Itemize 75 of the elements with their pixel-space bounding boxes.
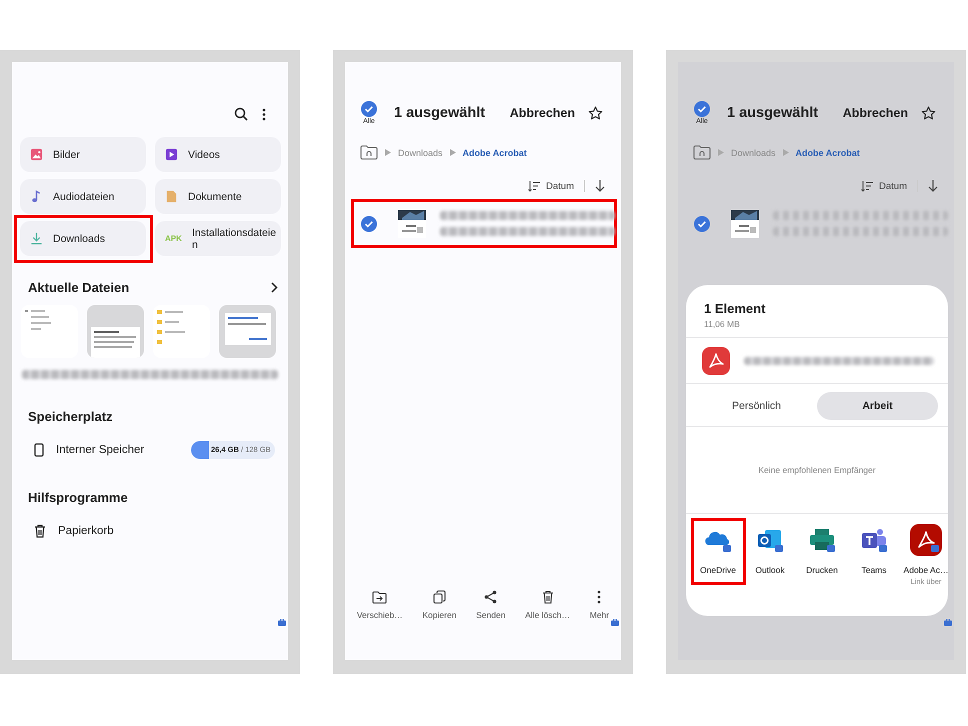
share-target[interactable]: Drucken	[798, 524, 846, 575]
star-icon[interactable]	[921, 106, 936, 120]
arrow-down-icon[interactable]	[928, 180, 938, 192]
category-tile[interactable]: Downloads	[20, 221, 146, 256]
share-target[interactable]: Teams	[850, 524, 898, 575]
toolbar-button[interactable]: Verschieb…	[356, 588, 403, 620]
section-title: Speicherplatz	[27, 408, 114, 424]
share-icon	[484, 590, 498, 604]
briefcase-icon	[278, 619, 286, 626]
copy-icon	[432, 590, 446, 604]
selection-title: 1 ausgewählt	[727, 105, 818, 121]
category-label: Bilder	[53, 148, 81, 160]
pdf-app-icon	[910, 524, 942, 556]
category-label: Audiodateien	[53, 190, 116, 202]
trash-icon	[34, 524, 46, 538]
sort-label[interactable]: Datum	[879, 180, 907, 192]
empty-message: Keine empfohlenen Empfänger	[686, 427, 948, 514]
select-all-checkbox[interactable]	[361, 101, 377, 117]
share-target[interactable]: OneDrive	[694, 524, 742, 575]
apk-icon: APK	[165, 234, 182, 243]
section-title: Aktuelle Dateien	[28, 280, 130, 295]
toolbar-button[interactable]: Mehr	[590, 588, 610, 620]
toolbar-button[interactable]: Alle lösch…	[525, 588, 570, 620]
document-icon	[165, 190, 178, 203]
cancel-button[interactable]: Abbrechen	[842, 106, 908, 120]
trash-icon	[542, 590, 554, 604]
image-icon	[30, 148, 43, 161]
category-label: Installationsdateien	[192, 226, 278, 250]
category-tile[interactable]: Audiodateien	[20, 179, 146, 214]
category-label: Downloads	[53, 232, 106, 244]
breadcrumb-arrow-icon	[782, 149, 789, 156]
music-note-icon	[30, 190, 43, 203]
profile-tab[interactable]: Persönlich	[696, 392, 817, 420]
home-folder-icon[interactable]	[693, 145, 711, 160]
phone-icon	[34, 443, 44, 457]
section-title: Hilfsprogramme	[27, 489, 129, 505]
toolbar-button[interactable]: Kopieren	[422, 588, 456, 620]
sort-icon[interactable]	[861, 180, 874, 192]
breadcrumb-arrow-icon	[450, 149, 456, 156]
share-target[interactable]: Outlook	[746, 524, 794, 575]
briefcase-icon	[944, 619, 952, 626]
file-size: 11,06 MB	[704, 319, 741, 329]
file-checkbox[interactable]	[361, 216, 377, 232]
sheet-title: 1 Element	[704, 301, 766, 316]
chevron-right-icon[interactable]	[271, 282, 278, 293]
trash-label[interactable]: Papierkorb	[58, 525, 114, 537]
sort-label[interactable]: Datum	[546, 180, 574, 192]
breadcrumb-link[interactable]: Adobe Acrobat	[796, 148, 860, 158]
pdf-icon	[702, 347, 730, 375]
toolbar-button[interactable]: Senden	[476, 588, 506, 620]
breadcrumb-link[interactable]: Adobe Acrobat	[462, 148, 527, 158]
star-icon[interactable]	[588, 106, 603, 120]
breadcrumb-arrow-icon	[718, 149, 724, 156]
select-all-checkbox[interactable]	[694, 101, 710, 117]
cancel-button[interactable]: Abbrechen	[510, 106, 575, 120]
move-folder-icon	[372, 591, 388, 604]
category-tile[interactable]: Videos	[155, 137, 281, 172]
more-icon	[597, 590, 602, 604]
profile-tab[interactable]: Arbeit	[817, 392, 938, 420]
home-folder-icon[interactable]	[360, 145, 378, 160]
breadcrumb-arrow-icon	[385, 149, 391, 156]
file-checkbox[interactable]	[694, 216, 710, 232]
video-icon	[165, 148, 178, 161]
selection-title: 1 ausgewählt	[394, 105, 486, 121]
storage-label[interactable]: Interner Speicher	[56, 444, 144, 456]
category-tile[interactable]: Bilder	[20, 137, 146, 172]
sort-icon[interactable]	[528, 180, 540, 192]
more-icon[interactable]	[262, 108, 266, 120]
category-tile[interactable]: Dokumente	[155, 179, 281, 214]
download-icon	[30, 232, 43, 245]
briefcase-icon	[611, 619, 619, 626]
search-icon[interactable]	[234, 107, 248, 121]
arrow-down-icon[interactable]	[595, 180, 605, 192]
category-label: Videos	[188, 148, 221, 160]
category-label: Dokumente	[188, 190, 243, 202]
